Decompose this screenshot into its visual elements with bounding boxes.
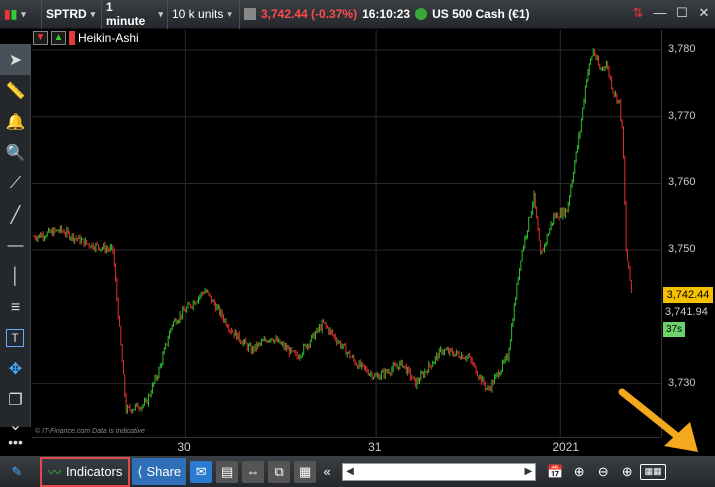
more-options-icon[interactable]: •••	[0, 430, 31, 454]
last-price: 3,742.44 (-0.37%)	[261, 7, 358, 21]
candles-icon: ▮	[4, 7, 11, 21]
draw-tools-icon[interactable]: ✎	[2, 458, 32, 485]
chevron-down-icon: ▾	[158, 8, 163, 19]
indicators-label: Indicators	[66, 464, 123, 479]
share-icon: ⟨	[137, 463, 143, 479]
zoom-fit-icon[interactable]: ⊕	[568, 461, 590, 483]
watermark: © IT-Finance.com Data is indicative	[35, 428, 145, 435]
time-scrollbar[interactable]: ◀ ▶	[342, 462, 537, 481]
x-tick-label: 2021	[552, 440, 580, 454]
move-icon[interactable]: ✥	[0, 353, 31, 384]
ruler-icon[interactable]: 📏	[0, 75, 31, 106]
price-chart[interactable]	[32, 30, 661, 437]
bottom-toolbar: ✎ 〰 Indicators ⟨ Share ✉ ▤ ⇔ ⧉ ▦ « ◀ ▶ 📅…	[0, 456, 715, 487]
compare-icon[interactable]: ⇔	[242, 460, 265, 483]
share-button[interactable]: ⟨ Share	[132, 458, 187, 485]
timeframe-selector[interactable]: 1 minute ▾	[102, 0, 168, 29]
symbol-selector[interactable]: SPTRD ▾	[42, 0, 102, 29]
timeframe-label: 1 minute	[106, 0, 146, 28]
line-icon[interactable]: ╱	[0, 199, 31, 230]
price-axis[interactable]: 3,780 3,770 3,760 3,750 3,730	[661, 30, 715, 437]
y-tick-label: 3,750	[668, 243, 696, 256]
drawing-toolbar: ➤ 📏 🔔 🔍 ⟋ ╱ — │ ≡ T ✥ ❐ ⌄	[0, 44, 31, 434]
orders-icon[interactable]: ▦	[294, 460, 317, 483]
quote-icon	[244, 8, 256, 20]
y-tick-label: 3,730	[668, 376, 696, 389]
top-toolbar: ▮ ▮ ▾ SPTRD ▾ 1 minute ▾ 10 k units ▾ 3,7…	[0, 0, 715, 29]
market-open-icon	[415, 8, 428, 20]
text-icon[interactable]: T	[6, 329, 24, 347]
x-tick-label: 31	[368, 440, 382, 454]
x-tick-label: 30	[177, 440, 191, 454]
indicators-icon: 〰	[48, 465, 62, 480]
alert-bell-icon[interactable]: 🔔	[0, 106, 31, 137]
screens-icon[interactable]: ⧉	[268, 460, 291, 483]
scroll-left-icon[interactable]: ◀	[343, 466, 357, 477]
chevron-down-icon: ▾	[90, 8, 96, 19]
y-tick-label: 3,770	[668, 109, 696, 122]
zoom-out-icon[interactable]: ⊖	[592, 461, 614, 483]
size-label: 10 k units	[172, 7, 224, 21]
zoom-icon[interactable]: 🔍	[0, 137, 31, 168]
report-icon[interactable]: ▤	[216, 460, 239, 483]
indicators-button[interactable]: 〰 Indicators	[40, 456, 131, 487]
share-label: Share	[146, 464, 182, 479]
swap-icon[interactable]: ⇅	[631, 6, 645, 20]
secondary-price-label: 3,741.94	[665, 306, 708, 318]
copy-icon[interactable]: ❐	[0, 384, 31, 415]
y-tick-label: 3,780	[668, 43, 696, 56]
window-controls: ⇅ — ☐ ✕	[631, 6, 711, 20]
quote-info: 3,742.44 (-0.37%) 16:10:23 US 500 Cash (…	[240, 0, 534, 29]
zoom-in-icon[interactable]: ⊕	[616, 461, 638, 483]
instrument-name: US 500 Cash (€1)	[432, 7, 530, 21]
chat-icon[interactable]: ✉	[190, 460, 213, 483]
fibonacci-icon[interactable]: ≡	[0, 292, 31, 323]
symbol-label: SPTRD	[46, 7, 87, 21]
chevron-down-icon: ▾	[21, 8, 26, 19]
candle-timer: 37s	[663, 322, 685, 337]
minimize-icon[interactable]: —	[653, 6, 667, 20]
cursor-icon[interactable]: ➤	[0, 44, 31, 75]
horizontal-line-icon[interactable]: —	[0, 230, 31, 261]
trendline-points-icon[interactable]: ⟋	[0, 168, 31, 199]
quote-time: 16:10:23	[362, 7, 411, 21]
last-price-tag: 3,742.44	[663, 287, 713, 303]
time-axis[interactable]: 30 31 2021	[32, 437, 661, 456]
chevron-down-icon: ▾	[227, 8, 232, 19]
y-tick-label: 3,760	[668, 176, 696, 189]
scroll-right-icon[interactable]: ▶	[521, 466, 535, 477]
maximize-icon[interactable]: ☐	[675, 6, 689, 20]
keyboard-icon[interactable]: ▦▦	[640, 463, 667, 480]
scroll-left-fast-icon[interactable]: «	[318, 458, 336, 485]
chart-type-button[interactable]: ▮ ▮ ▾	[0, 0, 42, 29]
size-selector[interactable]: 10 k units ▾	[168, 0, 240, 29]
close-icon[interactable]: ✕	[697, 6, 711, 20]
vertical-line-icon[interactable]: │	[0, 261, 31, 292]
calendar-icon[interactable]: 📅	[544, 461, 566, 483]
